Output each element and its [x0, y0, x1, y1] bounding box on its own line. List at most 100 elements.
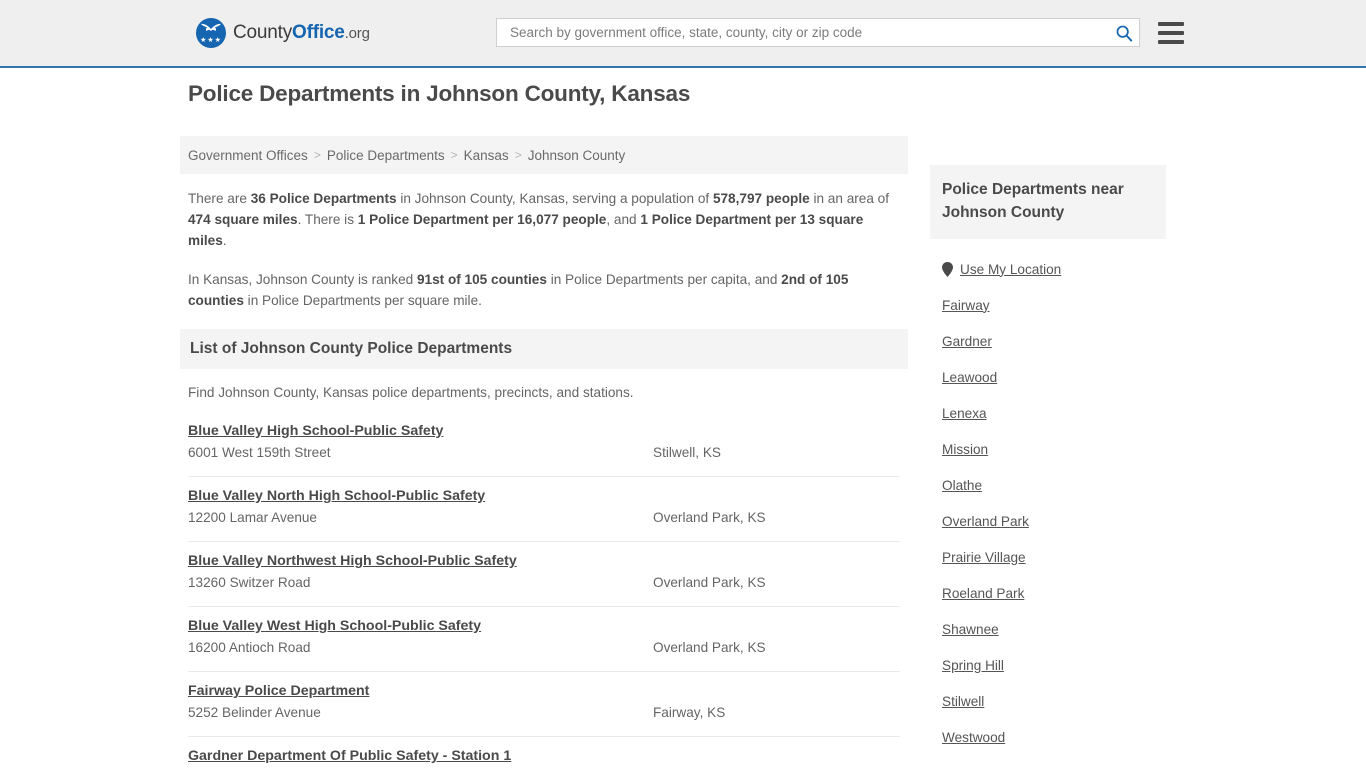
brand-text-org: .org: [344, 25, 370, 42]
stars-icon: ★★★: [200, 37, 222, 44]
breadcrumb: Government Offices > Police Departments …: [180, 136, 908, 174]
page-body: Police Departments in Johnson County, Ka…: [0, 81, 1366, 768]
table-row: Fairway Police Department 5252 Belinder …: [188, 672, 900, 737]
countyoffice-logo-icon: ★★★: [196, 18, 226, 48]
search-box[interactable]: [496, 18, 1140, 47]
stat-rank-per-capita: 91st of 105 counties: [416, 272, 547, 287]
sidebar-item-mission[interactable]: Mission: [942, 431, 1154, 467]
intro-text: in Police Departments per capita, and: [546, 272, 782, 287]
brand-wordmark: CountyOffice.org: [233, 22, 370, 44]
use-my-location-link[interactable]: Use My Location: [960, 262, 1061, 277]
intro-text: in Johnson County, Kansas, serving a pop…: [396, 191, 713, 206]
main-column: Government Offices > Police Departments …: [180, 136, 908, 768]
sidebar-link[interactable]: Fairway: [942, 298, 990, 313]
department-address: 12200 Lamar Avenue: [188, 510, 317, 525]
sidebar-link[interactable]: Overland Park: [942, 514, 1029, 529]
table-row: Gardner Department Of Public Safety - St…: [188, 737, 900, 768]
department-name-link[interactable]: Blue Valley North High School-Public Saf…: [188, 488, 485, 504]
department-address: 6001 West 159th Street: [188, 445, 331, 460]
intro-text: in Police Departments per square mile.: [243, 293, 482, 308]
department-city: Stilwell, KS: [653, 445, 721, 460]
sidebar-link[interactable]: Roeland Park: [942, 586, 1024, 601]
list-section-header: List of Johnson County Police Department…: [180, 329, 908, 369]
department-address-line: 16200 Antioch Road Overland Park, KS: [188, 640, 900, 655]
department-address-line: 5252 Belinder Avenue Fairway, KS: [188, 705, 900, 720]
sidebar-link[interactable]: Mission: [942, 442, 988, 457]
brand-text-office: Office: [292, 22, 345, 43]
department-city: Fairway, KS: [653, 705, 726, 720]
stat-population: 578,797 people: [712, 191, 810, 206]
table-row: Blue Valley High School-Public Safety 60…: [188, 412, 900, 477]
sidebar-item-stilwell[interactable]: Stilwell: [942, 683, 1154, 719]
eagle-icon: [201, 23, 221, 32]
department-name-link[interactable]: Fairway Police Department: [188, 683, 369, 699]
department-name-link[interactable]: Blue Valley High School-Public Safety: [188, 423, 443, 439]
sidebar-item-use-my-location[interactable]: Use My Location: [942, 251, 1154, 287]
search-icon[interactable]: [1115, 24, 1133, 42]
intro-text: in an area of: [809, 191, 890, 206]
sidebar-item-westwood[interactable]: Westwood: [942, 719, 1154, 755]
sidebar-item-overland-park[interactable]: Overland Park: [942, 503, 1154, 539]
sidebar-item-lenexa[interactable]: Lenexa: [942, 395, 1154, 431]
department-address-line: 12200 Lamar Avenue Overland Park, KS: [188, 510, 900, 525]
sidebar-link[interactable]: Olathe: [942, 478, 982, 493]
list-section-title: List of Johnson County Police Department…: [190, 340, 513, 357]
breadcrumb-separator-icon: >: [313, 148, 321, 162]
site-header: ★★★ CountyOffice.org: [0, 0, 1366, 68]
intro-paragraph-ranking: In Kansas, Johnson County is ranked 91st…: [188, 269, 900, 311]
intro-text: .: [222, 233, 227, 248]
intro-section: There are 36 Police Departments in Johns…: [180, 188, 908, 311]
sidebar-item-roeland-park[interactable]: Roeland Park: [942, 575, 1154, 611]
breadcrumb-separator-icon: >: [514, 148, 522, 162]
list-section-subtext: Find Johnson County, Kansas police depar…: [188, 385, 634, 400]
police-department-list: Blue Valley High School-Public Safety 60…: [180, 412, 908, 768]
sidebar: Police Departments near Johnson County U…: [930, 136, 1166, 768]
sidebar-link[interactable]: Gardner: [942, 334, 992, 349]
breadcrumb-item-police-departments[interactable]: Police Departments: [327, 148, 445, 163]
hamburger-menu-icon[interactable]: [1158, 21, 1184, 44]
search-input[interactable]: [508, 24, 1115, 41]
sidebar-item-shawnee[interactable]: Shawnee: [942, 611, 1154, 647]
intro-text: . There is: [297, 212, 358, 227]
sidebar-link[interactable]: Leawood: [942, 370, 997, 385]
breadcrumb-separator-icon: >: [450, 148, 458, 162]
brand-text-county: County: [233, 22, 293, 43]
table-row: Blue Valley Northwest High School-Public…: [188, 542, 900, 607]
stat-department-count: 36 Police Departments: [250, 191, 397, 206]
sidebar-link[interactable]: Spring Hill: [942, 658, 1004, 673]
map-pin-icon: [942, 261, 953, 277]
department-name-link[interactable]: Blue Valley Northwest High School-Public…: [188, 553, 517, 569]
sidebar-item-prairie-village[interactable]: Prairie Village: [942, 539, 1154, 575]
breadcrumb-item-government-offices[interactable]: Government Offices: [188, 148, 308, 163]
department-address: 5252 Belinder Avenue: [188, 705, 321, 720]
department-city: Overland Park, KS: [653, 575, 766, 590]
sidebar-header: Police Departments near Johnson County: [930, 165, 1166, 239]
sidebar-link-list: Use My Location Fairway Gardner Leawood …: [930, 239, 1166, 768]
sidebar-link[interactable]: Prairie Village: [942, 550, 1026, 565]
department-address-line: 13260 Switzer Road Overland Park, KS: [188, 575, 900, 590]
sidebar-link[interactable]: Shawnee: [942, 622, 999, 637]
sidebar-link[interactable]: Lenexa: [942, 406, 987, 421]
sidebar-link[interactable]: Westwood: [942, 730, 1005, 745]
table-row: Blue Valley North High School-Public Saf…: [188, 477, 900, 542]
header-search-area: [496, 18, 1184, 47]
breadcrumb-item-kansas[interactable]: Kansas: [464, 148, 509, 163]
page-title: Police Departments in Johnson County, Ka…: [188, 81, 691, 106]
sidebar-item-wyandotte-county[interactable]: Wyandotte County: [942, 755, 1154, 768]
hamburger-bar-1: [1158, 21, 1184, 26]
sidebar-item-spring-hill[interactable]: Spring Hill: [942, 647, 1154, 683]
department-address: 16200 Antioch Road: [188, 640, 311, 655]
department-name-link[interactable]: Gardner Department Of Public Safety - St…: [188, 748, 511, 764]
sidebar-item-gardner[interactable]: Gardner: [942, 323, 1154, 359]
department-name-link[interactable]: Blue Valley West High School-Public Safe…: [188, 618, 481, 634]
sidebar-title: Police Departments near Johnson County: [942, 181, 1124, 221]
department-address-line: 6001 West 159th Street Stilwell, KS: [188, 445, 900, 460]
site-logo[interactable]: ★★★ CountyOffice.org: [196, 18, 370, 48]
breadcrumb-item-johnson-county[interactable]: Johnson County: [528, 148, 626, 163]
hamburger-bar-2: [1158, 30, 1184, 35]
sidebar-item-olathe[interactable]: Olathe: [942, 467, 1154, 503]
sidebar-item-leawood[interactable]: Leawood: [942, 359, 1154, 395]
sidebar-link[interactable]: Stilwell: [942, 694, 984, 709]
sidebar-item-fairway[interactable]: Fairway: [942, 287, 1154, 323]
table-row: Blue Valley West High School-Public Safe…: [188, 607, 900, 672]
